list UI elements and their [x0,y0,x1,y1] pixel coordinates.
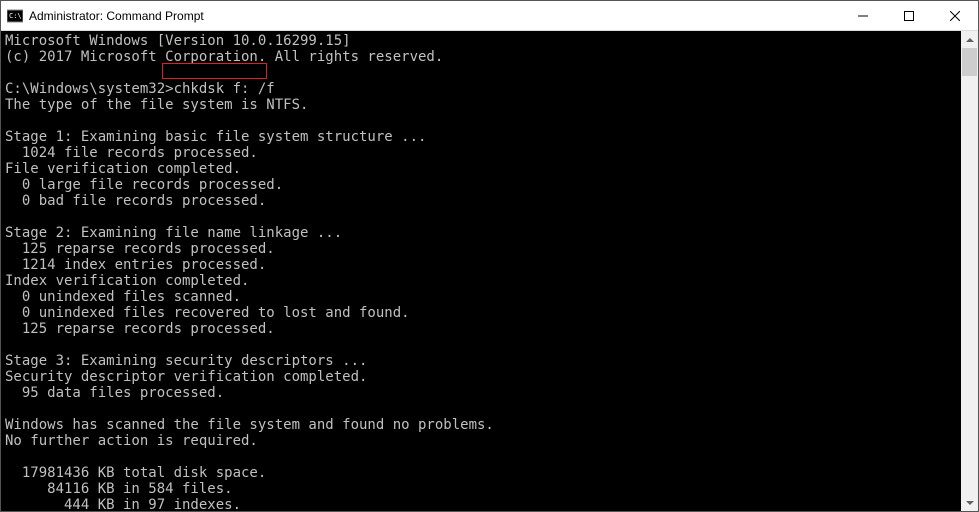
output-line: 95 data files processed. [5,385,224,401]
output-line: File verification completed. [5,161,241,177]
prompt-line: C:\Windows\system32>chkdsk f: /f [5,81,275,97]
output-line: 444 KB in 97 indexes. [5,497,241,511]
output-line: Security descriptor verification complet… [5,369,367,385]
output-line: 84116 KB in 584 files. [5,481,233,497]
prompt-path: C:\Windows\system32> [5,81,174,97]
scroll-down-arrow-icon[interactable] [961,494,978,511]
window-title: Administrator: Command Prompt [29,9,840,23]
output-line: 1214 index entries processed. [5,257,266,273]
output-line: Microsoft Windows [Version 10.0.16299.15… [5,33,351,49]
console-area[interactable]: Microsoft Windows [Version 10.0.16299.15… [1,31,978,511]
output-line: 0 unindexed files scanned. [5,289,241,305]
typed-command: chkdsk f: /f [174,81,275,97]
output-line: 0 bad file records processed. [5,193,266,209]
output-line: 1024 file records processed. [5,145,258,161]
output-line: The type of the file system is NTFS. [5,97,308,113]
scroll-up-arrow-icon[interactable] [961,31,978,48]
output-line: 0 unindexed files recovered to lost and … [5,305,410,321]
output-line: 125 reparse records processed. [5,321,275,337]
output-line: 0 large file records processed. [5,177,283,193]
vertical-scrollbar[interactable] [961,31,978,511]
output-line: 17981436 KB total disk space. [5,465,266,481]
titlebar[interactable]: C:\ Administrator: Command Prompt [1,1,978,31]
close-button[interactable] [932,1,978,30]
cmd-icon: C:\ [7,8,23,24]
output-line: Index verification completed. [5,273,249,289]
output-line: (c) 2017 Microsoft Corporation. All righ… [5,49,443,65]
window-controls [840,1,978,30]
svg-text:C:\: C:\ [9,12,22,20]
scroll-thumb[interactable] [962,48,977,76]
output-line: 125 reparse records processed. [5,241,275,257]
output-line: Stage 3: Examining security descriptors … [5,353,367,369]
minimize-button[interactable] [840,1,886,30]
output-line: No further action is required. [5,433,258,449]
output-line: Stage 1: Examining basic file system str… [5,129,426,145]
output-line: Stage 2: Examining file name linkage ... [5,225,342,241]
output-line: Windows has scanned the file system and … [5,417,494,433]
maximize-button[interactable] [886,1,932,30]
console-output: Microsoft Windows [Version 10.0.16299.15… [1,31,961,511]
